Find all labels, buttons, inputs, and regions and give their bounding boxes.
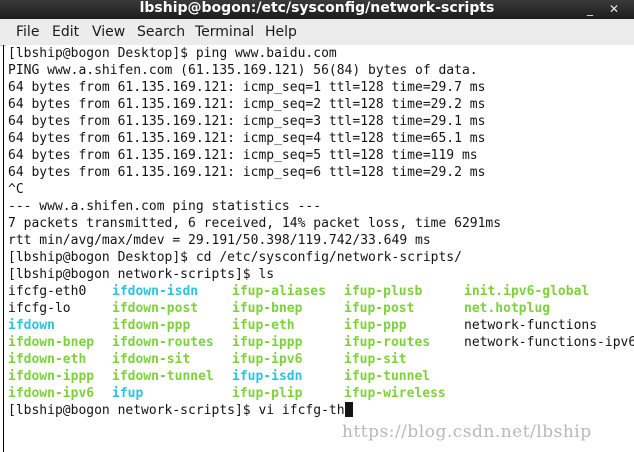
terminal-line: 7 packets transmitted, 6 received, 14% p… xyxy=(8,216,502,231)
menu-terminal[interactable]: Terminal xyxy=(195,23,254,41)
ls-entry: ifup-ippp xyxy=(232,335,303,350)
terminal-cursor xyxy=(344,402,353,417)
terminal-line: ^C xyxy=(8,182,24,197)
ls-entry: ifup-routes xyxy=(344,335,431,350)
ls-entry: ifup-wireless xyxy=(344,386,446,401)
terminal-line: 64 bytes from 61.135.169.121: icmp_seq=5… xyxy=(8,148,478,163)
ls-entry: ifup-ppp xyxy=(344,318,407,333)
terminal-output[interactable]: [lbship@bogon Desktop]$ ping www.baidu.c… xyxy=(6,45,634,452)
terminal-line: 64 bytes from 61.135.169.121: icmp_seq=3… xyxy=(8,114,486,129)
ls-entry: ifup-plusb xyxy=(344,284,423,299)
ls-entry: ifdown-post xyxy=(112,301,199,316)
ls-entry: ifup-aliases xyxy=(232,284,326,299)
close-icon[interactable]: ✕ xyxy=(606,2,622,17)
ls-entry: ifdown-ppp xyxy=(112,318,191,333)
terminal-line: --- www.a.shifen.com ping statistics --- xyxy=(8,199,322,214)
menu-search[interactable]: Search xyxy=(137,23,185,41)
terminal-line: rtt min/avg/max/mdev = 29.191/50.398/119… xyxy=(8,233,431,248)
terminal-line: 64 bytes from 61.135.169.121: icmp_seq=4… xyxy=(8,131,486,146)
terminal-line: [lbship@bogon Desktop]$ ping www.baidu.c… xyxy=(8,46,337,61)
ls-entry: ifup-eth xyxy=(232,318,295,333)
ls-entry: network-functions-ipv6 xyxy=(464,335,634,350)
window-title: lbship@bogon:/etc/sysconfig/network-scri… xyxy=(139,0,495,16)
ls-entry: ifcfg-lo xyxy=(8,301,71,316)
ls-entry: ifup-ipv6 xyxy=(232,352,303,367)
ls-entry: ifcfg-eth0 xyxy=(8,284,87,299)
prompt-command: [lbship@bogon network-scripts]$ vi ifcfg… xyxy=(8,403,345,418)
menu-file[interactable]: File xyxy=(16,23,39,41)
terminal-line: 64 bytes from 61.135.169.121: icmp_seq=6… xyxy=(8,165,486,180)
terminal-prompt-line[interactable]: [lbship@bogon network-scripts]$ vi ifcfg… xyxy=(8,402,353,419)
ls-entry: ifup-bnep xyxy=(232,301,303,316)
ls-entry: ifdown-eth xyxy=(8,352,87,367)
ls-entry: ifup-tunnel xyxy=(344,369,431,384)
terminal-left-border xyxy=(3,45,4,452)
ls-entry: ifdown-sit xyxy=(112,352,191,367)
ls-entry: ifdown-bnep xyxy=(8,335,95,350)
terminal-line: 64 bytes from 61.135.169.121: icmp_seq=2… xyxy=(8,97,486,112)
ls-entry: ifdown-ippp xyxy=(8,369,95,384)
ls-entry: ifdown-isdn xyxy=(112,284,199,299)
terminal-line: 64 bytes from 61.135.169.121: icmp_seq=1… xyxy=(8,80,486,95)
title-bar: lbship@bogon:/etc/sysconfig/network-scri… xyxy=(0,0,634,19)
menu-help[interactable]: Help xyxy=(265,23,297,41)
menu-edit[interactable]: Edit xyxy=(52,23,79,41)
ls-entry: network-functions xyxy=(464,318,598,333)
ls-entry: ifdown-tunnel xyxy=(112,369,214,384)
ls-entry: net.hotplug xyxy=(464,301,551,316)
ls-entry: init.ipv6-global xyxy=(464,284,590,299)
minimize-icon[interactable]: _ xyxy=(582,2,598,17)
ls-entry: ifup-isdn xyxy=(232,369,303,384)
ls-entry: ifup-post xyxy=(344,301,415,316)
ls-entry: ifup-sit xyxy=(344,352,407,367)
ls-entry: ifup-plip xyxy=(232,386,303,401)
ls-entry: ifdown-routes xyxy=(112,335,214,350)
terminal-line: [lbship@bogon network-scripts]$ ls xyxy=(8,267,275,282)
watermark: https://blog.csdn.net/lbship xyxy=(342,422,592,442)
ls-entry: ifdown-ipv6 xyxy=(8,386,95,401)
menu-bar: File Edit View Search Terminal Help xyxy=(0,19,634,46)
terminal-line: [lbship@bogon Desktop]$ cd /etc/sysconfi… xyxy=(8,250,462,265)
ls-entry: ifdown xyxy=(8,318,55,333)
ls-entry: ifup xyxy=(112,386,144,401)
terminal-line: PING www.a.shifen.com (61.135.169.121) 5… xyxy=(8,63,478,78)
menu-view[interactable]: View xyxy=(92,23,125,41)
